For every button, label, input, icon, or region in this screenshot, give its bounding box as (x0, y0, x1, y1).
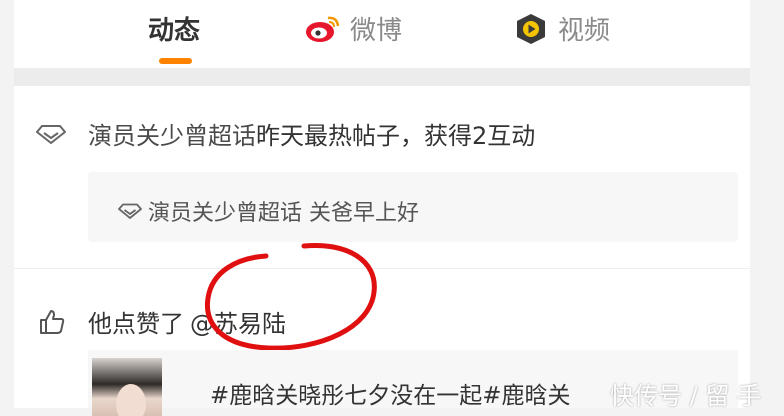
watermark: 快传号 / 留 手 (610, 382, 761, 410)
tab-video[interactable]: 视频 (514, 10, 610, 47)
post-card-text: 演员关少曾超话 关爸早上好 (148, 201, 419, 226)
post-card[interactable]: 演员关少曾超话 关爸早上好 (88, 172, 738, 242)
section-gap (14, 68, 750, 86)
tab-dynamic[interactable]: 动态 (148, 10, 200, 47)
mention-link[interactable]: @苏易陆 (190, 310, 286, 338)
super-topic-name[interactable]: 演员关少曾超话 (88, 122, 256, 150)
tab-bar: 动态 微博 视频 (14, 0, 750, 68)
diamond-icon (118, 203, 142, 219)
liked-post-text: #鹿晗关晓彤七夕没在一起#鹿晗关 (210, 383, 571, 409)
activity-description: 昨天最热帖子，获得2互动 (256, 122, 536, 150)
weibo-icon (306, 16, 340, 42)
red-circle-annotation (204, 242, 377, 351)
active-tab-indicator (159, 58, 192, 64)
like-label: 他点赞了 (88, 310, 184, 338)
diamond-icon (36, 124, 66, 144)
thumbs-up-icon (40, 309, 65, 334)
activity-super-topic[interactable]: 演员关少曾超话昨天最热帖子，获得2互动 (36, 116, 535, 151)
activity-like[interactable]: 他点赞了 @苏易陆 (38, 304, 286, 339)
profile-page: 动态 微博 视频 演员关少曾超话昨天最热帖子，获得2互动 演员关少曾超话 关爸早… (14, 0, 750, 416)
page-margin (750, 0, 784, 408)
post-thumbnail (92, 358, 162, 416)
tab-weibo[interactable]: 微博 (304, 10, 402, 47)
video-icon (517, 13, 545, 44)
divider (14, 268, 750, 269)
